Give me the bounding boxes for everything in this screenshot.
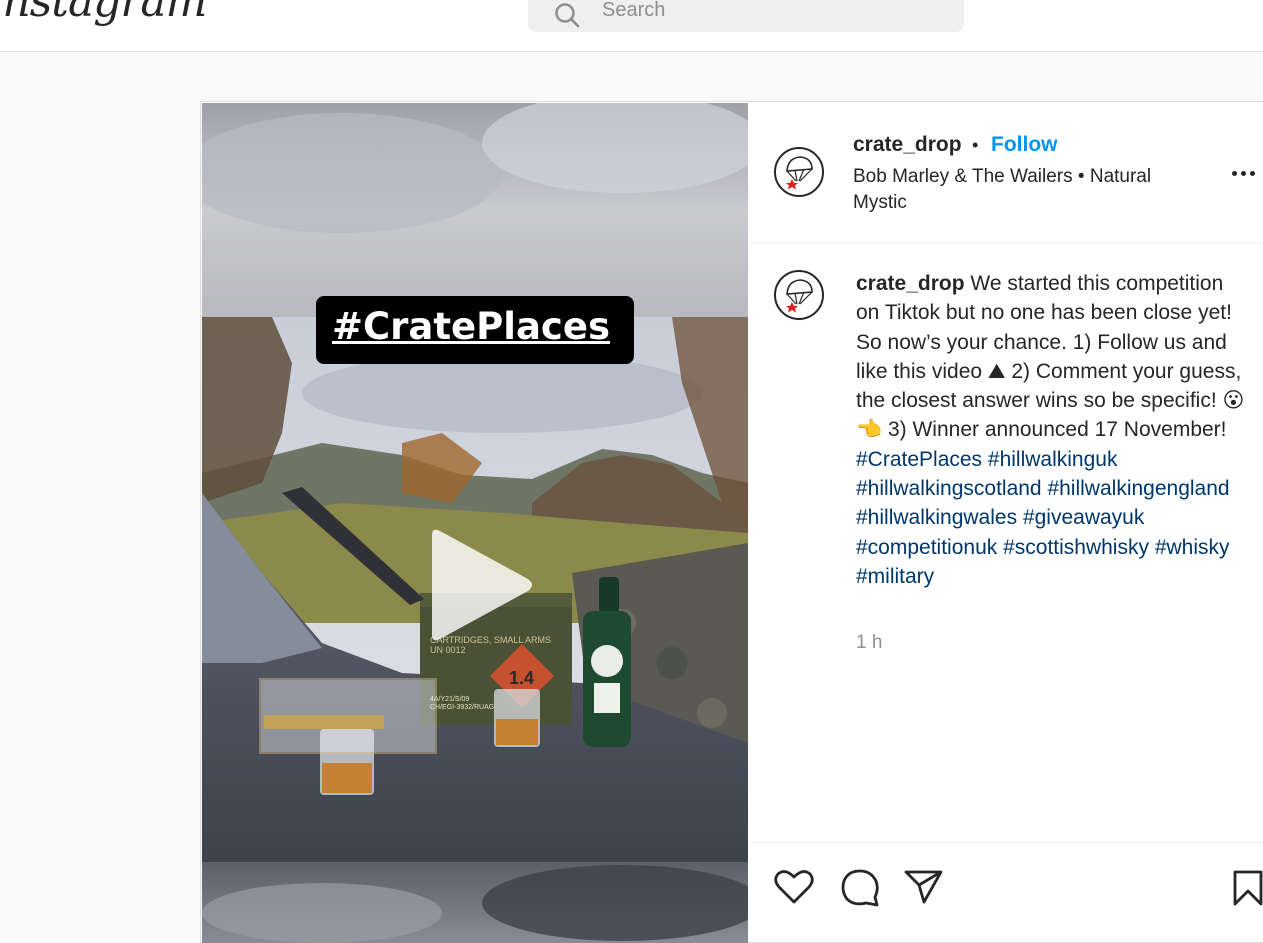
caption-avatar[interactable] (774, 270, 824, 320)
play-icon[interactable] (428, 527, 538, 647)
post-sidebar: crate_drop • Follow Bob Marley & The Wai… (748, 102, 1263, 942)
caption-body: We started this competition on Tiktok bu… (856, 272, 1245, 442)
hashtag-link[interactable]: #military (856, 565, 934, 588)
more-options-icon[interactable] (1232, 164, 1262, 182)
hashtag-list: #CratePlaces #hillwalkinguk #hillwalking… (856, 448, 1230, 588)
comment-icon[interactable] (840, 869, 880, 907)
search-bar[interactable] (528, 0, 964, 32)
post-card: CARTRIDGES, SMALL ARMS UN 0012 4A/Y21/S/… (200, 101, 1263, 943)
action-bar (748, 842, 1263, 943)
instagram-logo[interactable]: Instagram (0, 0, 207, 27)
parachute-icon (786, 156, 813, 190)
music-link[interactable]: Bob Marley & The Wailers • Natural Mysti… (853, 164, 1183, 216)
dot-3 (1250, 170, 1255, 176)
paper-plane-icon[interactable] (904, 869, 944, 905)
post-timestamp[interactable]: 1 h (856, 632, 882, 654)
hashtag-link[interactable]: #CratePlaces (856, 448, 982, 471)
hashtag-link[interactable]: #whisky (1155, 536, 1230, 559)
post-header: crate_drop • Follow Bob Marley & The Wai… (748, 102, 1263, 244)
parachute-icon (786, 279, 813, 313)
avatar[interactable] (774, 147, 824, 197)
hashtag-link[interactable]: #hillwalkinguk (988, 448, 1118, 471)
hashtag-link[interactable]: #scottishwhisky (1003, 536, 1149, 559)
hashtag-link[interactable]: #hillwalkingscotland (856, 477, 1042, 500)
search-icon (555, 3, 580, 28)
hashtag-link[interactable]: #hillwalkingwales (856, 506, 1017, 529)
video-overlay-text: #CratePlaces (332, 305, 610, 348)
svg-text:1.4: 1.4 (509, 668, 534, 688)
bookmark-icon[interactable] (1232, 869, 1263, 907)
dot-1 (1232, 170, 1237, 176)
post-video[interactable]: CARTRIDGES, SMALL ARMS UN 0012 4A/Y21/S/… (202, 103, 748, 943)
post-username[interactable]: crate_drop (853, 133, 962, 157)
hashtag-link[interactable]: #competitionuk (856, 536, 997, 559)
follow-button[interactable]: Follow (991, 133, 1058, 157)
video-overlay-label: #CratePlaces (316, 296, 634, 364)
caption-text: crate_drop We started this competition o… (856, 269, 1248, 591)
hashtag-link[interactable]: #hillwalkingengland (1047, 477, 1229, 500)
caption-username[interactable]: crate_drop (856, 272, 965, 295)
dot-2 (1241, 170, 1246, 176)
heart-icon[interactable] (774, 869, 814, 905)
search-input[interactable] (600, 0, 944, 26)
hashtag-link[interactable]: #giveawayuk (1023, 506, 1144, 529)
video-frame: CARTRIDGES, SMALL ARMS UN 0012 4A/Y21/S/… (202, 103, 748, 943)
svg-text:CH/EGI-3932/RUAG: CH/EGI-3932/RUAG (430, 704, 494, 711)
top-navigation-bar: Instagram (0, 0, 1263, 52)
separator-dot: • (972, 135, 979, 155)
